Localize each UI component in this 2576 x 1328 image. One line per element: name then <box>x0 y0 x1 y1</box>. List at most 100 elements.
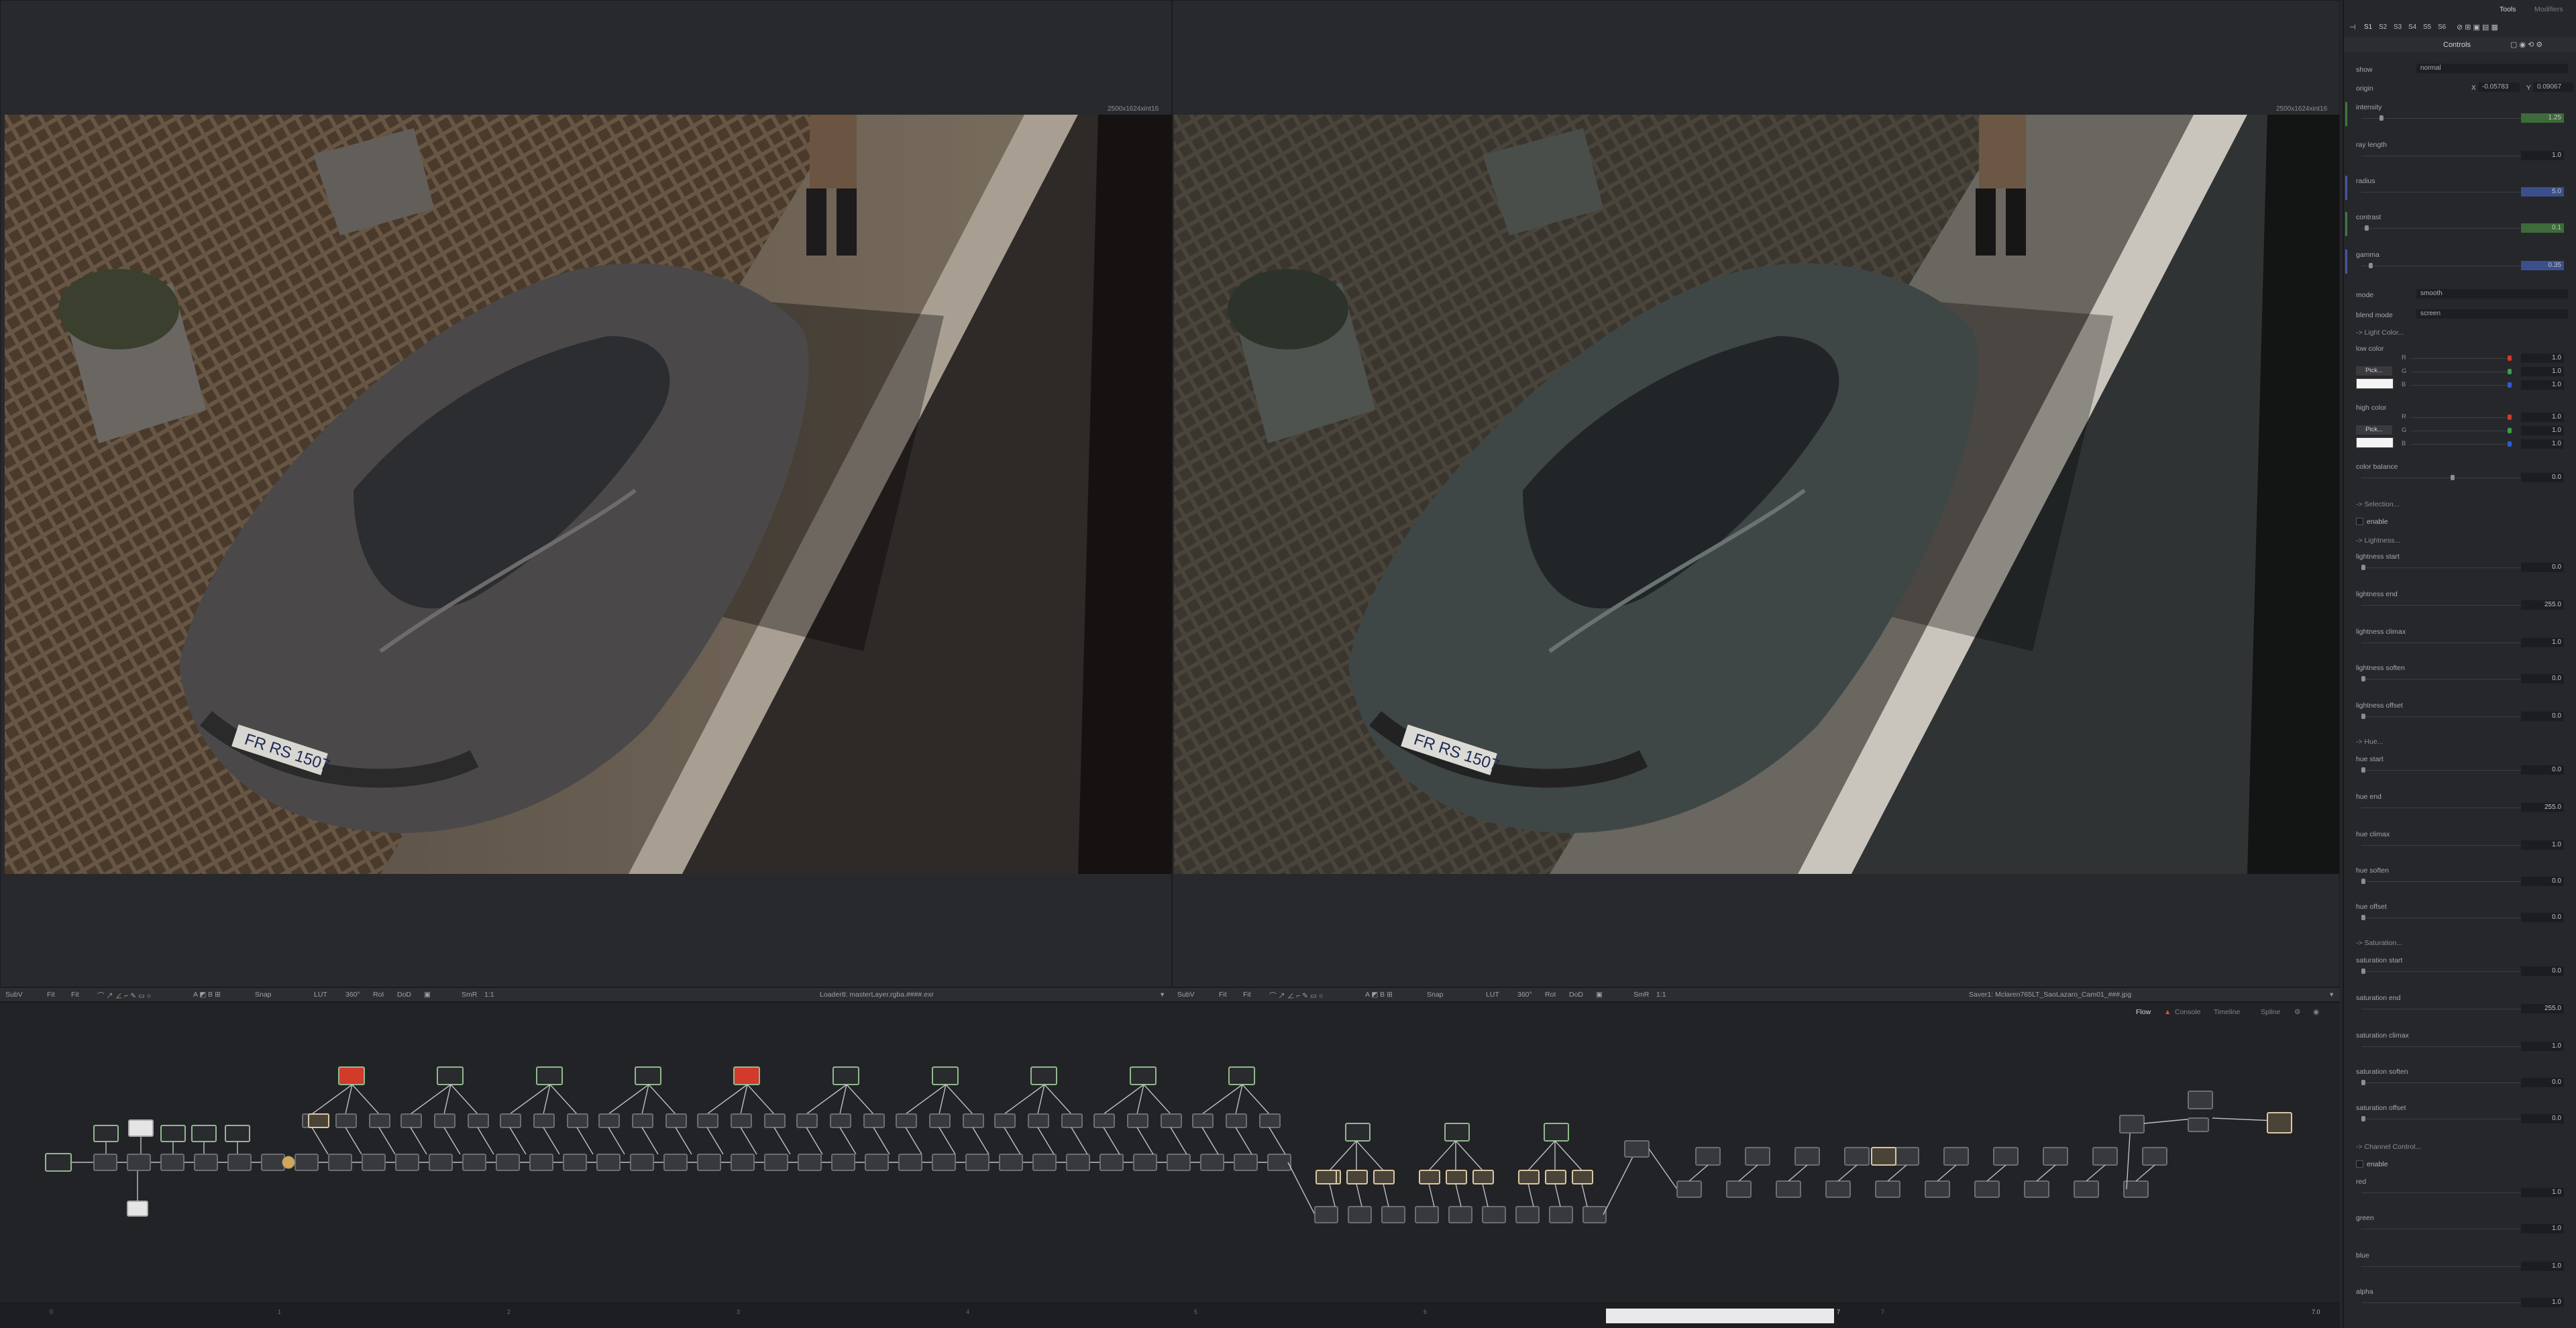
slider-knob[interactable] <box>2361 676 2365 681</box>
tab-spline[interactable]: Spline <box>2261 1008 2280 1016</box>
flow-node[interactable] <box>308 1113 329 1128</box>
slider-knob[interactable] <box>2508 441 2512 447</box>
lightness-start-value[interactable]: 0.0 <box>2521 563 2564 572</box>
high-color-r-slider[interactable] <box>2411 414 2512 420</box>
flow-node[interactable] <box>160 1154 184 1171</box>
saturation-section[interactable]: -> Saturation... <box>2356 939 2402 947</box>
contrast-value[interactable]: 0.1 <box>2521 223 2564 233</box>
left-smr-button[interactable]: SmR <box>462 991 477 999</box>
flow-node[interactable] <box>1133 1154 1157 1171</box>
flow-node[interactable] <box>1419 1170 1440 1184</box>
right-viewer-image[interactable]: FR RS 1507 <box>1174 115 2339 874</box>
flow-node[interactable] <box>1415 1206 1439 1223</box>
flow-node[interactable] <box>1267 1154 1291 1171</box>
saturation-climax-slider[interactable] <box>2361 1044 2544 1049</box>
flow-node[interactable] <box>1314 1206 1338 1223</box>
high-color-r-value[interactable]: 1.0 <box>2521 412 2564 422</box>
flow-node[interactable] <box>665 1113 687 1128</box>
flow-node[interactable] <box>863 1113 885 1128</box>
left-roi-button[interactable]: RoI <box>373 991 384 999</box>
flow-view[interactable]: Flow ▲ Console Timeline Spline ⚙ ◉ <box>0 1002 2340 1313</box>
flow-node[interactable] <box>2092 1147 2118 1166</box>
flow-node[interactable] <box>1226 1113 1247 1128</box>
right-roi-button[interactable]: RoI <box>1545 991 1556 999</box>
left-channel-icons[interactable]: A ◩ B ⊞ <box>193 991 221 999</box>
slider-knob[interactable] <box>2361 915 2365 920</box>
high-color-pick-button[interactable]: Pick... <box>2356 425 2392 435</box>
selection-enable-checkbox[interactable] <box>2356 518 2363 525</box>
saturation-soften-value[interactable]: 0.0 <box>2521 1078 2564 1087</box>
flow-node[interactable] <box>632 1113 653 1128</box>
low-color-b-value[interactable]: 1.0 <box>2521 380 2564 390</box>
right-channel-icons[interactable]: A ◩ B ⊞ <box>1365 991 1393 999</box>
flow-node[interactable] <box>663 1154 688 1171</box>
flow-node[interactable] <box>362 1154 386 1171</box>
left-tools-icons[interactable]: ⌒ ↗ ∠ ⌐ ✎ ▭ ○ <box>97 991 151 1001</box>
flow-node[interactable] <box>733 1066 760 1085</box>
flow-node[interactable] <box>45 1153 72 1172</box>
hue-soften-value[interactable]: 0.0 <box>2521 877 2564 886</box>
left-subv-button[interactable]: SubV <box>5 991 23 999</box>
flow-node[interactable] <box>1061 1113 1083 1128</box>
flow-node[interactable] <box>294 1154 319 1171</box>
flow-visibility-icon[interactable]: ◉ <box>2313 1008 2319 1016</box>
right-viewer[interactable]: 2500x1624xint16 FR RS 1507 <box>1172 0 2340 987</box>
slider-knob[interactable] <box>2361 1080 2365 1085</box>
low-color-pick-button[interactable]: Pick... <box>2356 366 2392 376</box>
flow-node[interactable] <box>500 1113 521 1128</box>
left-viewer-menu-icon[interactable]: ▾ <box>1161 991 1164 999</box>
flow-node[interactable] <box>1127 1113 1148 1128</box>
slot-s1[interactable]: S1 <box>2364 23 2372 31</box>
ray-length-value[interactable]: 1.0 <box>2521 151 2564 160</box>
flow-node[interactable] <box>1844 1147 1870 1166</box>
hue-soften-slider[interactable] <box>2361 879 2544 884</box>
hue-offset-value[interactable]: 0.0 <box>2521 913 2564 922</box>
flow-node[interactable] <box>1234 1154 1258 1171</box>
flow-node[interactable] <box>127 1154 151 1171</box>
flow-node[interactable] <box>1446 1170 1467 1184</box>
flow-node[interactable] <box>731 1113 752 1128</box>
controls-header-icons[interactable]: ▢ ◉ ⟲ ⚙ <box>2510 40 2542 49</box>
flow-node[interactable] <box>1624 1140 1650 1158</box>
flow-node[interactable] <box>335 1113 357 1128</box>
slider-knob[interactable] <box>2508 414 2512 420</box>
right-fit2-button[interactable]: Fit <box>1243 991 1251 999</box>
left-lock-icon[interactable]: ▣ <box>424 991 431 999</box>
flow-node[interactable] <box>1993 1147 2019 1166</box>
flow-node[interactable] <box>898 1154 922 1171</box>
slider-knob[interactable] <box>2361 714 2365 719</box>
tab-modifiers[interactable]: Modifiers <box>2534 5 2563 13</box>
high-color-b-slider[interactable] <box>2411 441 2512 447</box>
high-color-swatch[interactable] <box>2356 437 2394 448</box>
flow-node[interactable] <box>2188 1091 2213 1109</box>
flow-node[interactable] <box>1472 1170 1494 1184</box>
flow-node[interactable] <box>1745 1147 1770 1166</box>
flow-node[interactable] <box>1348 1206 1372 1223</box>
flow-node[interactable] <box>93 1125 119 1142</box>
tab-flow[interactable]: Flow <box>2136 1008 2151 1016</box>
timeline-ruler[interactable]: 0 1 2 3 4 5 6 7 7 7.0 <box>0 1303 2340 1328</box>
alpha-value[interactable]: 1.0 <box>2521 1298 2564 1307</box>
right-viewer-menu-icon[interactable]: ▾ <box>2330 991 2333 999</box>
flow-node[interactable] <box>128 1119 154 1137</box>
lightness-end-slider[interactable] <box>2361 602 2544 608</box>
right-snap-button[interactable]: Snap <box>1427 991 1444 999</box>
slider-knob[interactable] <box>2508 369 2512 374</box>
flow-node[interactable] <box>2119 1115 2145 1133</box>
origin-x-field[interactable]: -0.05783 <box>2478 82 2520 92</box>
flow-node[interactable] <box>1794 1147 1820 1166</box>
lightness-start-slider[interactable] <box>2361 565 2544 570</box>
flow-node[interactable] <box>630 1154 654 1171</box>
tab-console[interactable]: Console <box>2175 1008 2201 1016</box>
flow-node[interactable] <box>1974 1180 2000 1198</box>
flow-node[interactable] <box>93 1154 117 1171</box>
flow-node[interactable] <box>932 1154 956 1171</box>
flow-node[interactable] <box>225 1125 250 1142</box>
slot-s4[interactable]: S4 <box>2408 23 2416 31</box>
slider-knob[interactable] <box>2508 428 2512 433</box>
hue-end-value[interactable]: 255.0 <box>2521 803 2564 812</box>
right-lock-icon[interactable]: ▣ <box>1596 991 1603 999</box>
channel-control-section[interactable]: -> Channel Control... <box>2356 1143 2421 1151</box>
flow-node[interactable] <box>1518 1170 1540 1184</box>
flow-node[interactable] <box>2267 1112 2292 1133</box>
